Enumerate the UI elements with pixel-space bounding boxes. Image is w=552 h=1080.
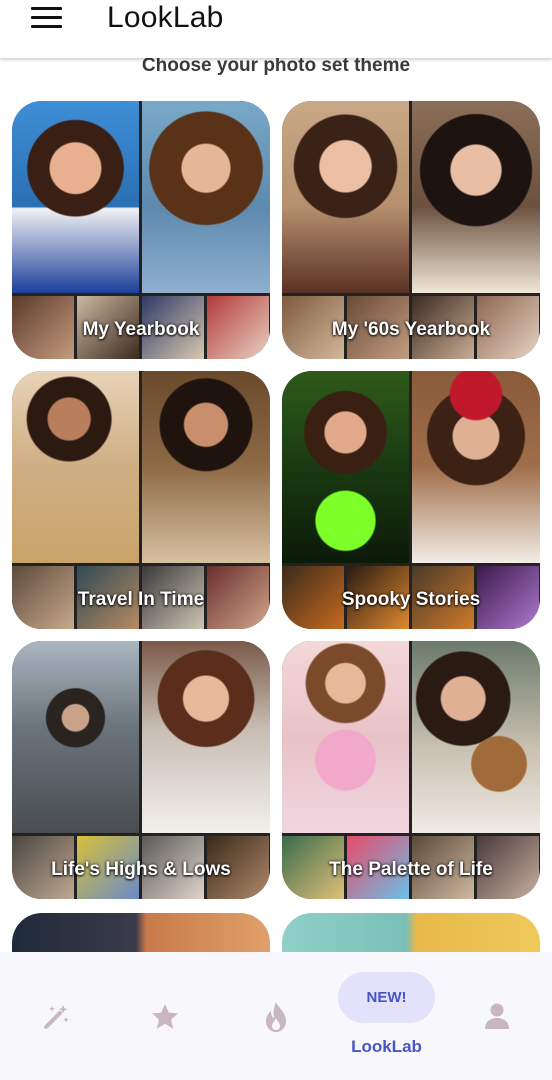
theme-card-spooky-stories[interactable]: Spooky Stories	[282, 371, 540, 629]
star-icon	[152, 1004, 178, 1029]
nav-item-favorites[interactable]	[110, 952, 220, 1080]
theme-card-my-yearbook[interactable]: My Yearbook	[12, 101, 270, 359]
theme-label: My '60s Yearbook	[331, 319, 491, 340]
person-icon	[485, 1003, 509, 1029]
theme-photo	[142, 641, 270, 833]
theme-card-palette-of-life[interactable]: The Palette of Life	[282, 641, 540, 899]
theme-photo	[142, 371, 270, 563]
app-header: LookLab	[0, 0, 552, 58]
theme-label: Travel In Time	[77, 589, 205, 610]
theme-photo	[282, 371, 409, 563]
magic-wand-icon	[44, 1005, 69, 1029]
theme-photo	[142, 101, 270, 293]
theme-label: Life's Highs & Lows	[51, 859, 231, 880]
nav-item-looklab[interactable]: NEW!	[338, 972, 435, 1023]
theme-card-60s-yearbook[interactable]: My '60s Yearbook	[282, 101, 540, 359]
theme-photo	[282, 641, 409, 833]
app-title: LookLab	[107, 1, 224, 34]
theme-photo	[412, 641, 540, 833]
theme-label: Spooky Stories	[341, 589, 481, 610]
nav-item-create[interactable]	[0, 952, 110, 1080]
theme-photo	[412, 371, 540, 563]
flame-icon	[266, 1002, 286, 1032]
theme-label: The Palette of Life	[329, 859, 493, 880]
theme-photo	[12, 371, 139, 563]
theme-photo	[12, 101, 139, 293]
theme-label: My Yearbook	[82, 319, 200, 340]
theme-card-lifes-highs-lows[interactable]: Life's Highs & Lows	[12, 641, 270, 899]
theme-card-travel-in-time[interactable]: Travel In Time	[12, 371, 270, 629]
theme-photo	[12, 641, 139, 833]
bottom-nav: NEW!	[0, 952, 552, 1080]
theme-photo	[282, 101, 409, 293]
nav-label-looklab[interactable]: LookLab	[338, 1036, 435, 1058]
menu-icon[interactable]	[31, 5, 65, 31]
nav-item-profile[interactable]	[442, 952, 552, 1080]
section-subtitle: Choose your photo set theme	[141, 55, 411, 76]
nav-item-trending[interactable]	[220, 952, 330, 1080]
theme-photo	[412, 101, 540, 293]
